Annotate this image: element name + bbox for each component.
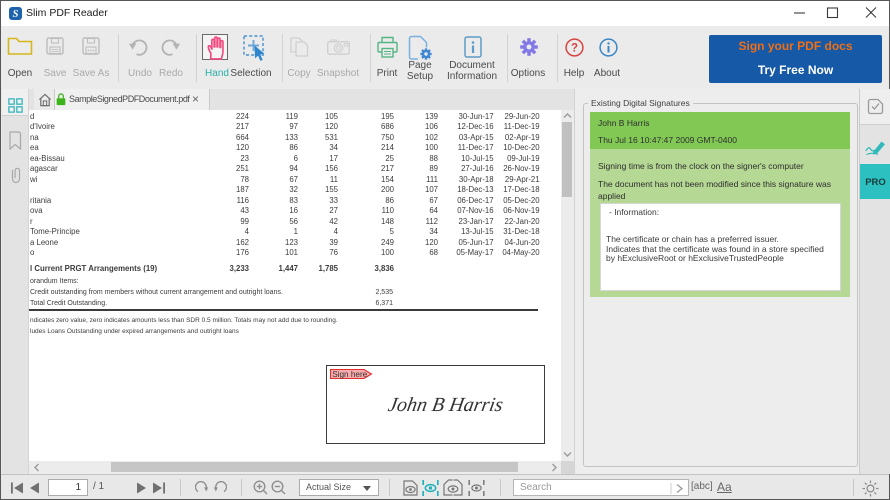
svg-text:?: ? [571,43,578,55]
svg-text:S: S [13,9,19,20]
svg-text:Sign here: Sign here [332,370,367,379]
